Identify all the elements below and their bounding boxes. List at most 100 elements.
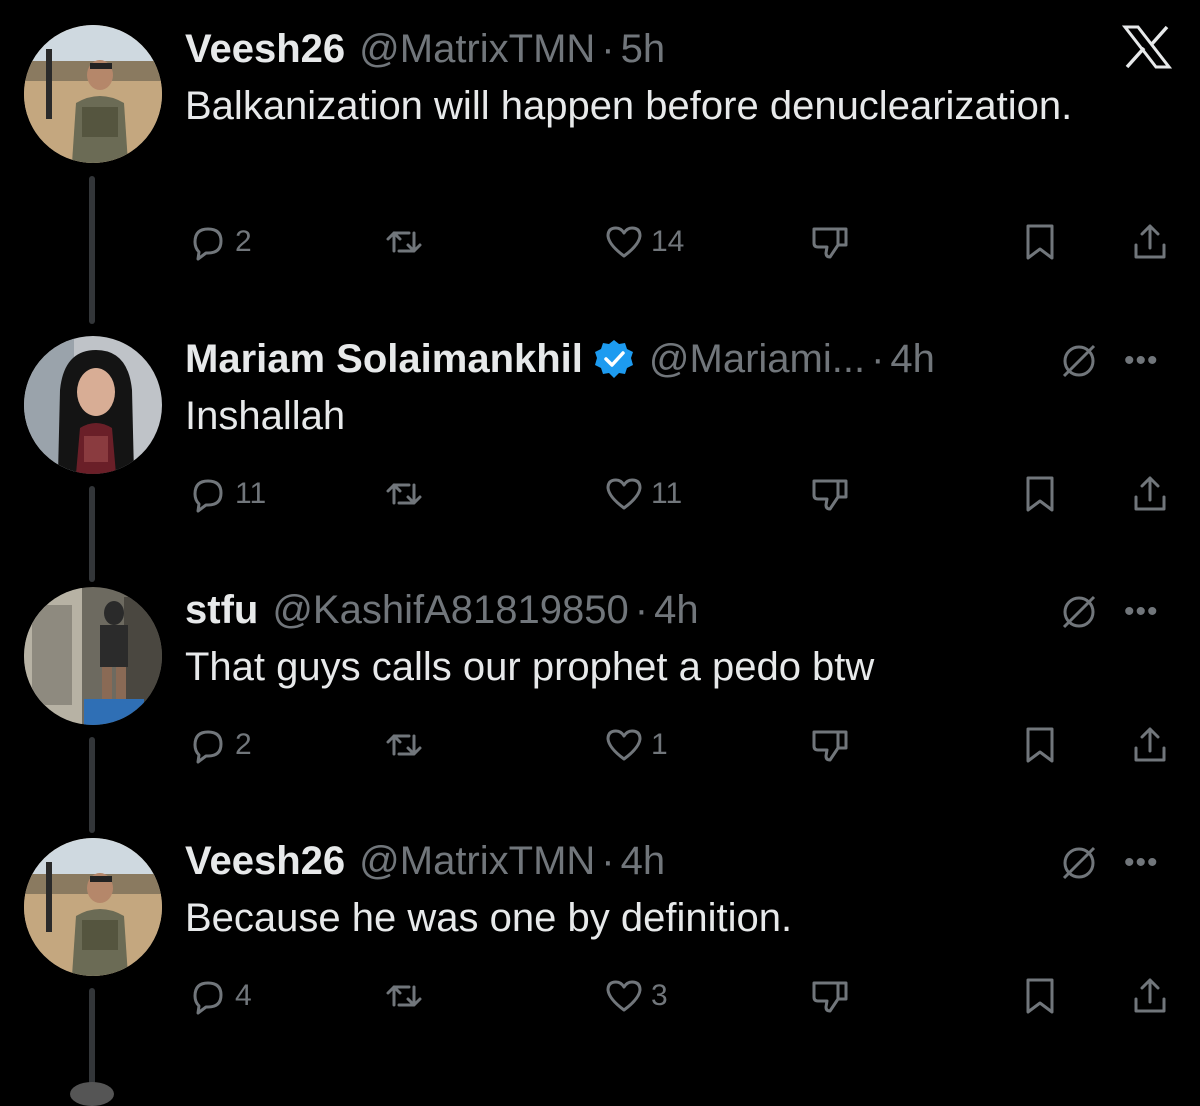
separator-dot: · bbox=[634, 588, 649, 632]
dislike-button[interactable] bbox=[809, 974, 851, 1018]
reply-button[interactable]: 4 bbox=[187, 974, 252, 1018]
share-button[interactable] bbox=[1129, 472, 1171, 516]
timestamp[interactable]: 4h bbox=[890, 334, 935, 384]
retweet-button[interactable] bbox=[383, 974, 425, 1018]
display-name[interactable]: Mariam Solaimankhil bbox=[185, 334, 583, 384]
reply-count: 2 bbox=[235, 225, 252, 258]
timestamp[interactable]: 5h bbox=[621, 24, 666, 74]
display-name[interactable]: stfu bbox=[185, 585, 258, 635]
separator-dot: · bbox=[601, 27, 615, 71]
like-count: 11 bbox=[651, 477, 683, 510]
more-icon[interactable]: ••• bbox=[1124, 840, 1159, 886]
mute-icon[interactable] bbox=[1056, 338, 1102, 384]
bookmark-icon bbox=[1019, 473, 1061, 515]
retweet-button[interactable] bbox=[383, 472, 425, 516]
share-icon bbox=[1129, 975, 1171, 1017]
avatar[interactable] bbox=[70, 1082, 114, 1106]
tweet-2[interactable]: Mariam Solaimankhil @Mariami... · 4h •••… bbox=[0, 332, 1200, 582]
like-button[interactable]: 3 bbox=[603, 974, 668, 1018]
reply-count: 2 bbox=[235, 728, 252, 761]
retweet-button[interactable] bbox=[383, 220, 425, 264]
like-count: 3 bbox=[651, 979, 668, 1012]
reply-icon bbox=[187, 221, 229, 263]
share-button[interactable] bbox=[1129, 723, 1171, 767]
tweet-text: Inshallah bbox=[185, 394, 346, 438]
user-handle[interactable]: @KashifA81819850 bbox=[272, 585, 628, 635]
thread-line bbox=[89, 737, 95, 833]
timestamp[interactable]: 4h bbox=[621, 836, 666, 886]
dislike-icon bbox=[809, 975, 851, 1017]
user-handle[interactable]: @Mariami... bbox=[649, 334, 865, 384]
user-handle[interactable]: @MatrixTMN bbox=[359, 24, 595, 74]
avatar[interactable] bbox=[24, 25, 162, 163]
retweet-icon bbox=[383, 221, 425, 263]
bookmark-button[interactable] bbox=[1019, 723, 1061, 767]
dislike-button[interactable] bbox=[809, 472, 851, 516]
more-icon[interactable]: ••• bbox=[1124, 589, 1159, 635]
bookmark-button[interactable] bbox=[1019, 472, 1061, 516]
tweet-text: Balkanization will happen before denucle… bbox=[185, 84, 1073, 128]
like-icon bbox=[603, 221, 645, 263]
user-handle[interactable]: @MatrixTMN bbox=[359, 836, 595, 886]
reply-icon bbox=[187, 975, 229, 1017]
like-button[interactable]: 1 bbox=[603, 723, 668, 767]
like-icon bbox=[603, 473, 645, 515]
like-button[interactable]: 11 bbox=[603, 472, 682, 516]
tweet-text: That guys calls our prophet a pedo btw bbox=[185, 645, 875, 689]
dislike-button[interactable] bbox=[809, 723, 851, 767]
tweet-text: Because he was one by definition. bbox=[185, 896, 793, 940]
like-icon bbox=[603, 724, 645, 766]
thread-line bbox=[89, 176, 95, 324]
tweet-3[interactable]: stfu @KashifA81819850 · 4h ••• That guys… bbox=[0, 583, 1200, 833]
tweet-header: Veesh26 @MatrixTMN · 4h bbox=[185, 836, 665, 886]
bookmark-icon bbox=[1019, 724, 1061, 766]
separator-dot: · bbox=[871, 337, 885, 381]
bookmark-button[interactable] bbox=[1019, 974, 1061, 1018]
share-icon bbox=[1129, 221, 1171, 263]
mute-icon[interactable] bbox=[1056, 840, 1102, 886]
retweet-button[interactable] bbox=[383, 723, 425, 767]
bookmark-icon bbox=[1019, 221, 1061, 263]
share-button[interactable] bbox=[1129, 974, 1171, 1018]
share-icon bbox=[1129, 473, 1171, 515]
like-count: 1 bbox=[651, 728, 668, 761]
avatar[interactable] bbox=[24, 838, 162, 976]
reply-count: 11 bbox=[235, 477, 267, 510]
avatar[interactable] bbox=[24, 336, 162, 474]
share-button[interactable] bbox=[1129, 220, 1171, 264]
avatar[interactable] bbox=[24, 587, 162, 725]
reply-button[interactable]: 2 bbox=[187, 723, 252, 767]
tweet-header: stfu @KashifA81819850 · 4h bbox=[185, 585, 699, 635]
action-bar: 2 14 bbox=[185, 220, 1185, 264]
like-icon bbox=[603, 975, 645, 1017]
tweet-controls: ••• bbox=[1056, 589, 1159, 635]
retweet-icon bbox=[383, 724, 425, 766]
reply-button[interactable]: 11 bbox=[187, 472, 266, 516]
display-name[interactable]: Veesh26 bbox=[185, 836, 345, 886]
display-name[interactable]: Veesh26 bbox=[185, 24, 345, 74]
like-count: 14 bbox=[651, 225, 685, 258]
tweet-4[interactable]: Veesh26 @MatrixTMN · 4h ••• Because he w… bbox=[0, 834, 1200, 1093]
timestamp[interactable]: 4h bbox=[654, 585, 699, 635]
more-icon[interactable]: ••• bbox=[1124, 338, 1159, 384]
dislike-icon bbox=[809, 473, 851, 515]
share-icon bbox=[1129, 724, 1171, 766]
action-bar: 4 3 bbox=[185, 974, 1185, 1018]
like-button[interactable]: 14 bbox=[603, 220, 684, 264]
reply-icon bbox=[187, 724, 229, 766]
verified-badge-icon bbox=[593, 338, 635, 380]
reply-count: 4 bbox=[235, 979, 252, 1012]
separator-dot: · bbox=[601, 839, 615, 883]
reply-button[interactable]: 2 bbox=[187, 220, 252, 264]
action-bar: 2 1 bbox=[185, 723, 1185, 767]
dislike-button[interactable] bbox=[809, 220, 851, 264]
thread-line bbox=[89, 486, 95, 582]
bookmark-button[interactable] bbox=[1019, 220, 1061, 264]
retweet-icon bbox=[383, 975, 425, 1017]
tweet-header: Mariam Solaimankhil @Mariami... · 4h bbox=[185, 334, 935, 384]
reply-icon bbox=[187, 473, 229, 515]
tweet-1[interactable]: Veesh26 @MatrixTMN · 5h Balkanization wi… bbox=[0, 22, 1200, 324]
action-bar: 11 11 bbox=[185, 472, 1185, 516]
mute-icon[interactable] bbox=[1056, 589, 1102, 635]
tweet-controls: ••• bbox=[1056, 840, 1159, 886]
